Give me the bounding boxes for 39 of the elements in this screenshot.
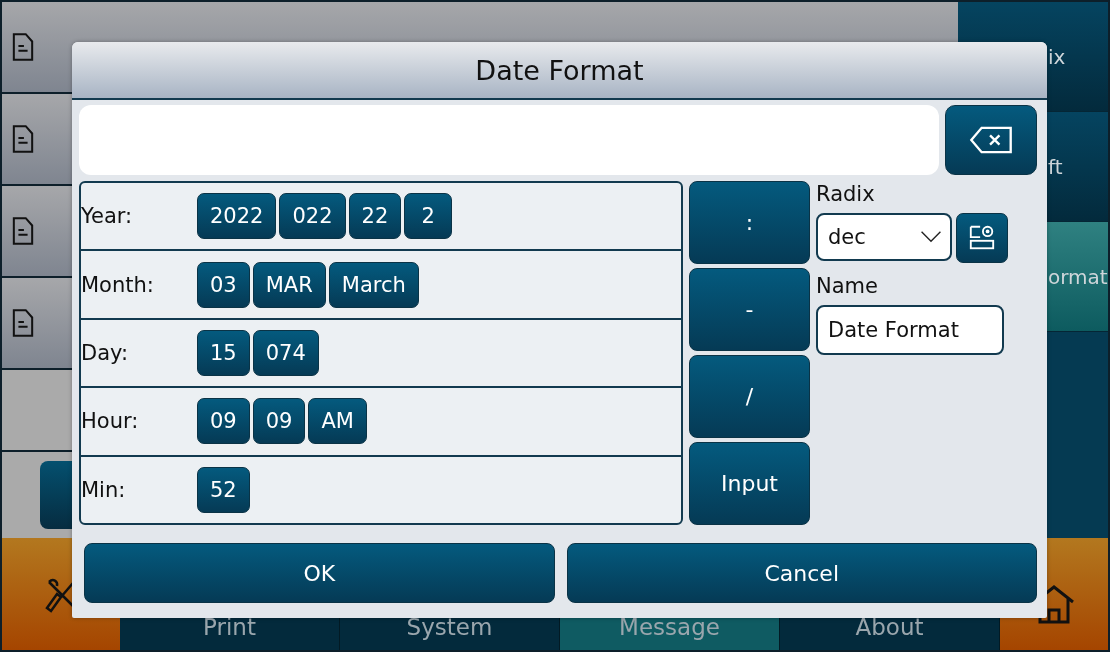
field-label: Day: [81,341,129,365]
dialog-button[interactable]: Cancel [566,543,1037,603]
format-option-button[interactable]: AM [308,398,367,445]
format-option-button[interactable]: 15 [197,330,250,376]
format-option-button[interactable]: March [328,261,419,308]
settings-button[interactable] [956,213,1008,263]
document-icon [12,216,34,246]
symbol-button[interactable]: : [689,181,810,264]
format-option-button[interactable]: 03 [197,261,250,308]
format-option-button[interactable]: 074 [252,330,319,376]
format-option-button[interactable]: 2022 [197,193,277,240]
chevron-down-icon [920,231,942,243]
field-label: Year: [81,204,134,229]
format-option-button[interactable]: 52 [197,466,250,513]
symbol-button[interactable]: / [689,355,810,438]
backspace-button[interactable] [945,105,1037,175]
panel-icon [968,224,996,252]
document-icon [12,308,34,338]
format-option-button[interactable]: 09 [252,398,306,445]
radix-dropdown[interactable]: dec [816,213,952,261]
field-label: Min: [81,477,127,502]
input-field[interactable] [79,105,939,175]
field-label: Hour: [81,409,140,434]
format-option-button[interactable]: MAR [252,261,326,308]
radix-label: Radix [816,181,876,207]
document-icon [12,124,34,154]
document-icon [12,32,34,62]
format-option-button[interactable]: 022 [279,193,346,240]
dialog-title: Date Format [72,42,1047,100]
format-option-button[interactable]: 2 [404,193,453,240]
symbol-button[interactable]: - [689,268,810,351]
name-field[interactable]: Date Format [816,305,1004,355]
field-label: Month: [81,272,155,297]
format-option-button[interactable]: 22 [348,193,402,240]
dialog-button[interactable]: OK [84,543,555,603]
backspace-icon [968,125,1014,155]
name-label: Name [816,273,879,299]
format-option-button[interactable]: 09 [197,398,250,445]
symbol-button[interactable]: Input [689,442,810,525]
